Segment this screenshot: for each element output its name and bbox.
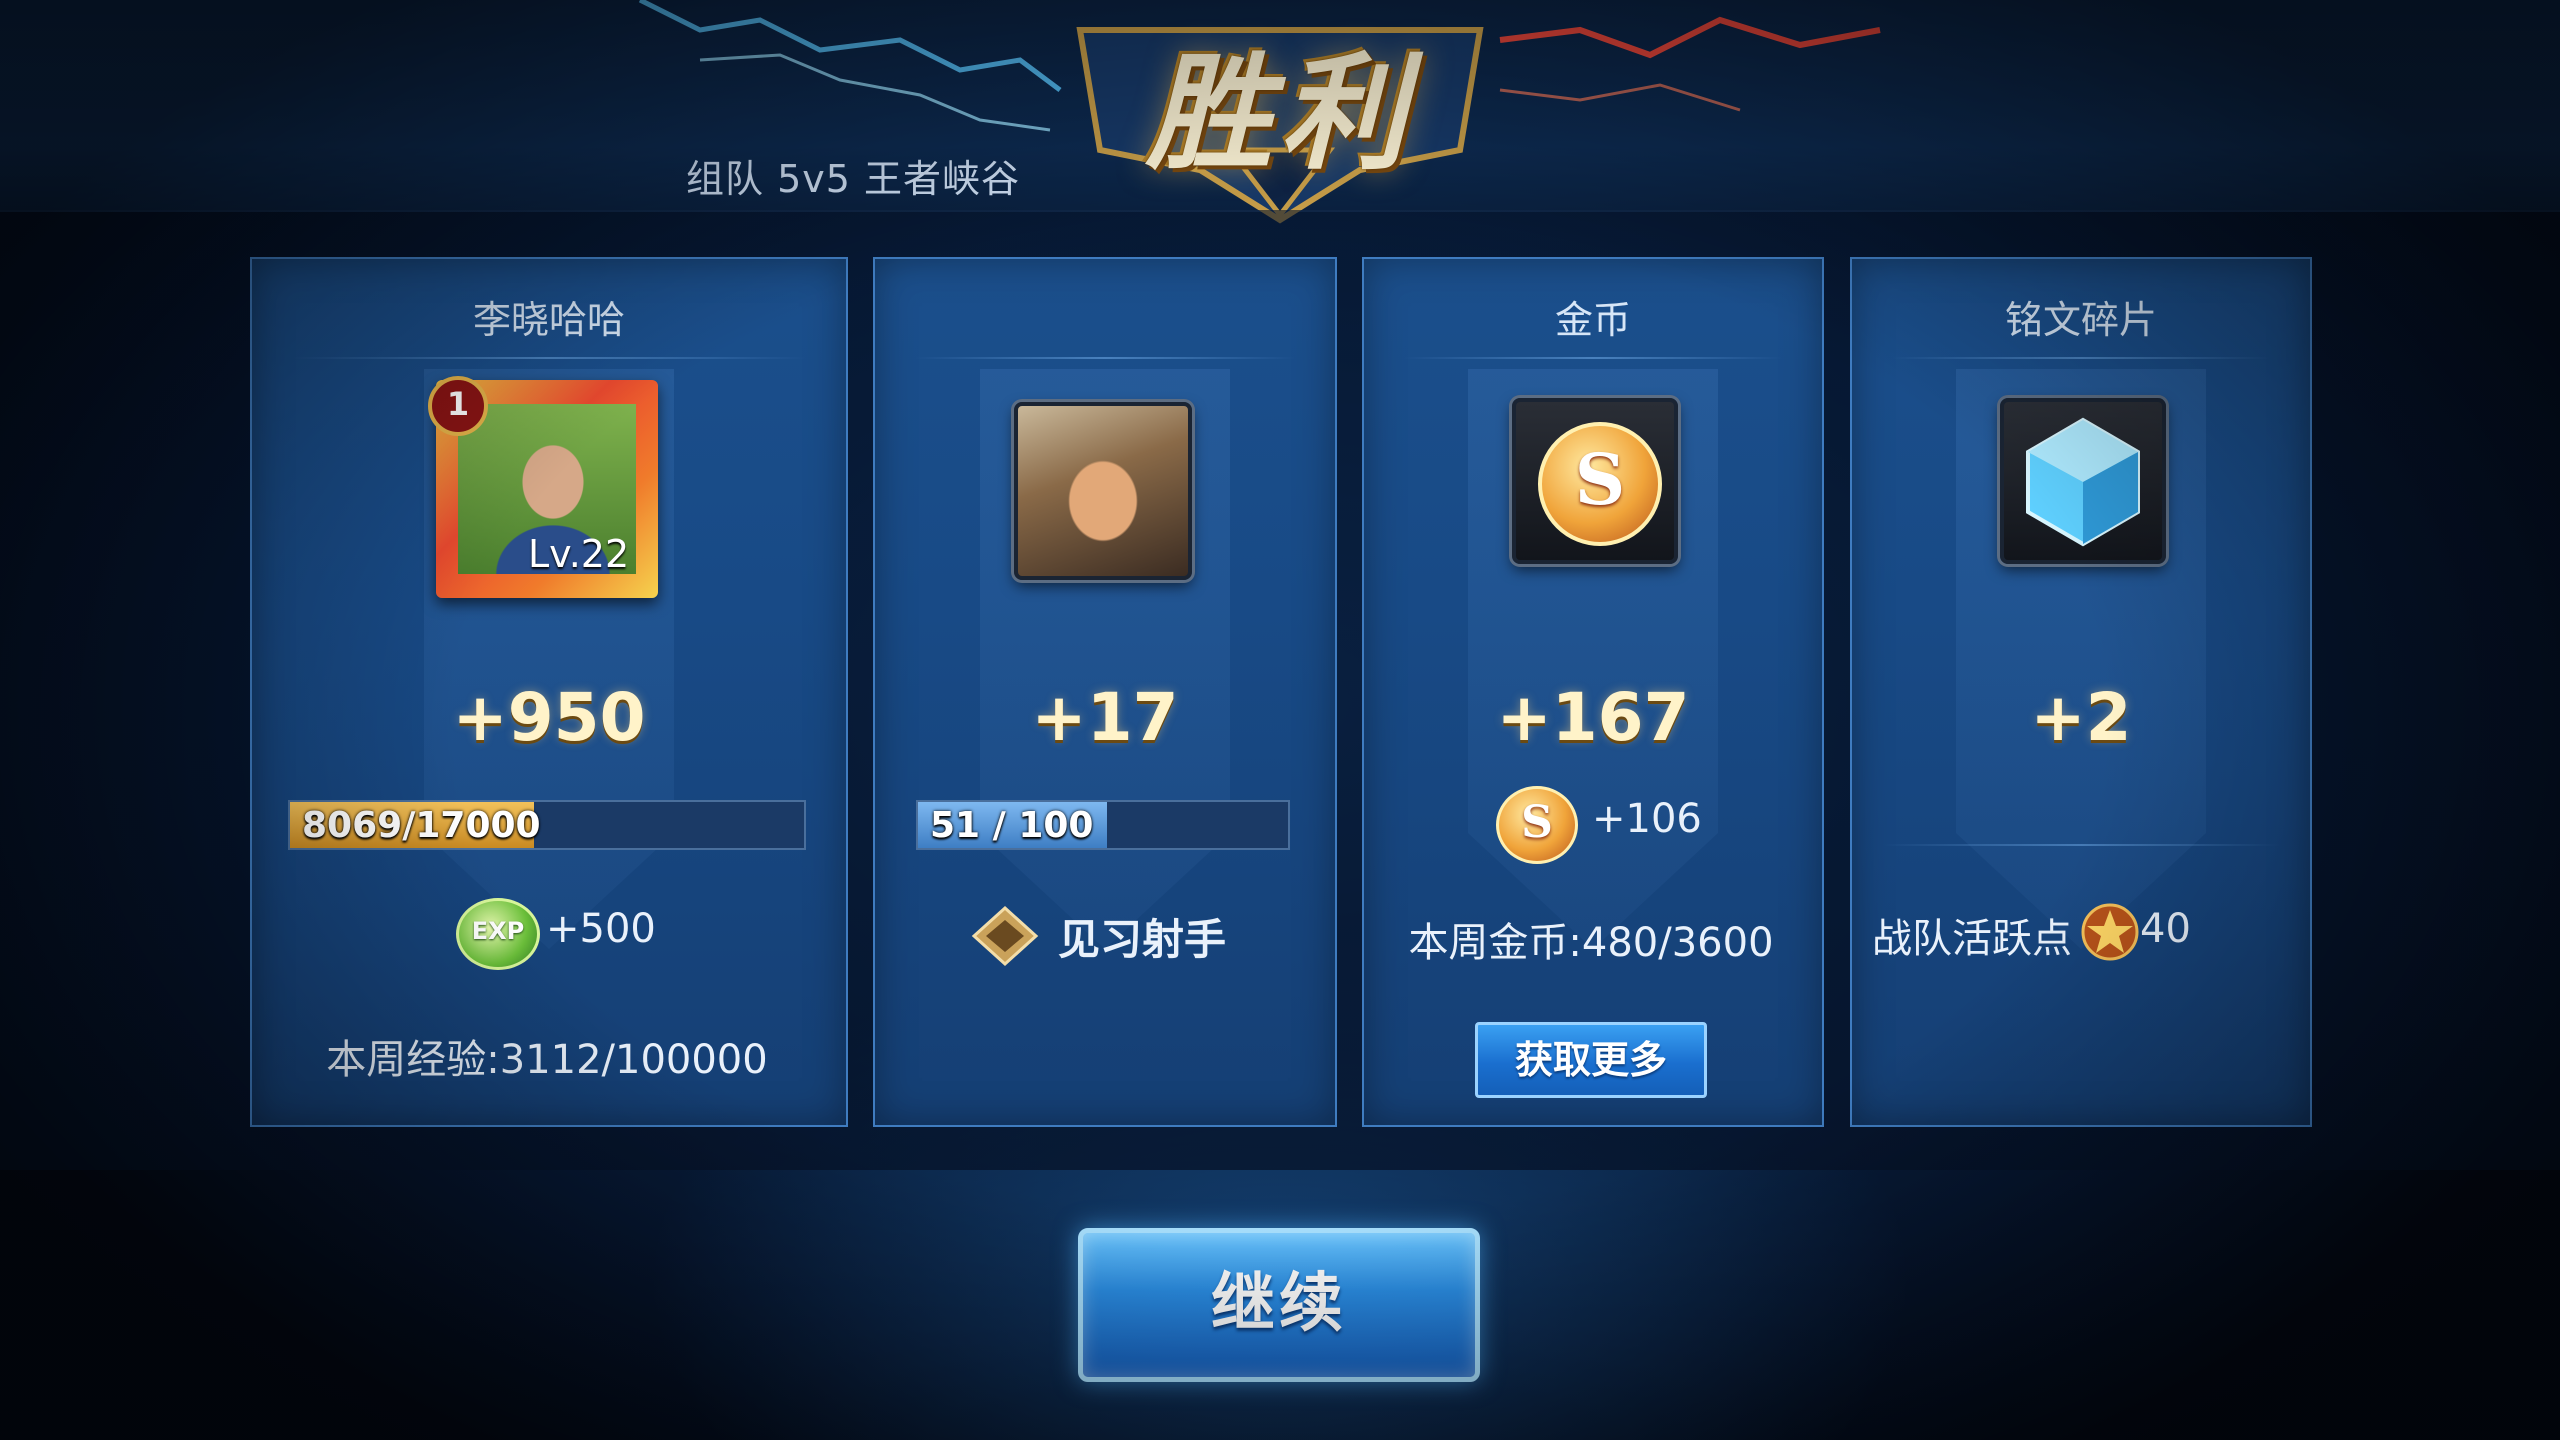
player-avatar: 1 Lv.22 xyxy=(428,376,658,598)
team-activity-value: 40 xyxy=(2140,906,2191,952)
get-more-button[interactable]: 获取更多 xyxy=(1475,1022,1707,1098)
hero-proficiency-card: +17 xyxy=(873,257,1337,1127)
exp-bonus-value: +500 xyxy=(546,906,656,952)
exp-icon: EXP xyxy=(456,898,540,970)
exp-progress-text: 8069/17000 xyxy=(302,805,541,846)
team-activity-label: 战队活跃点 xyxy=(1872,916,2072,962)
card-divider xyxy=(1892,357,2270,359)
exp-progress-bar: 8069/17000 xyxy=(288,800,806,850)
card-divider xyxy=(915,357,1295,359)
exp-gain-value: +950 xyxy=(452,679,646,756)
victory-emblem: 胜利 xyxy=(1060,0,1500,230)
player-level: Lv.22 xyxy=(528,532,630,576)
crystal-icon xyxy=(2026,417,2140,547)
player-name: 李晓哈哈 xyxy=(472,298,625,342)
weekly-exp-text: 本周经验:3112/100000 xyxy=(326,1037,768,1083)
proficiency-progress-bar: 51 / 100 xyxy=(916,800,1290,850)
gold-bonus-coin-icon: S xyxy=(1496,786,1578,864)
continue-button[interactable]: 继续 xyxy=(1078,1228,1480,1382)
star-icon xyxy=(2081,903,2139,961)
card-divider xyxy=(1404,357,1782,359)
gold-bonus-value: +106 xyxy=(1592,796,1702,842)
card-divider xyxy=(292,357,806,359)
inscription-gain-value: +2 xyxy=(2030,679,2132,756)
rank-diamond-icon xyxy=(971,905,1039,967)
gold-gain-value: +167 xyxy=(1496,679,1690,756)
weekly-gold-text: 本周金币:480/3600 xyxy=(1408,920,1774,966)
gold-coin-icon: S xyxy=(1538,422,1662,546)
gold-coin-tile: S xyxy=(1512,398,1678,564)
inscription-tile xyxy=(2000,398,2166,564)
proficiency-gain-value: +17 xyxy=(1031,679,1179,756)
gold-card: 金币 +167 xyxy=(1362,257,1824,1127)
gold-card-title: 金币 xyxy=(1554,298,1631,342)
rank-badge: 1 xyxy=(428,376,488,436)
victory-title: 胜利 xyxy=(1146,39,1414,187)
game-mode-label: 组队 5v5 王者峡谷 xyxy=(686,157,1021,201)
hero-rank-title: 见习射手 xyxy=(1058,915,1227,964)
card-divider-lower xyxy=(1882,844,2280,846)
inscription-card: 铭文碎片 +2 xyxy=(1850,257,2312,1127)
proficiency-progress-text: 51 / 100 xyxy=(930,805,1094,846)
hero-portrait xyxy=(1014,402,1192,580)
inscription-card-title: 铭文碎片 xyxy=(2004,298,2157,342)
